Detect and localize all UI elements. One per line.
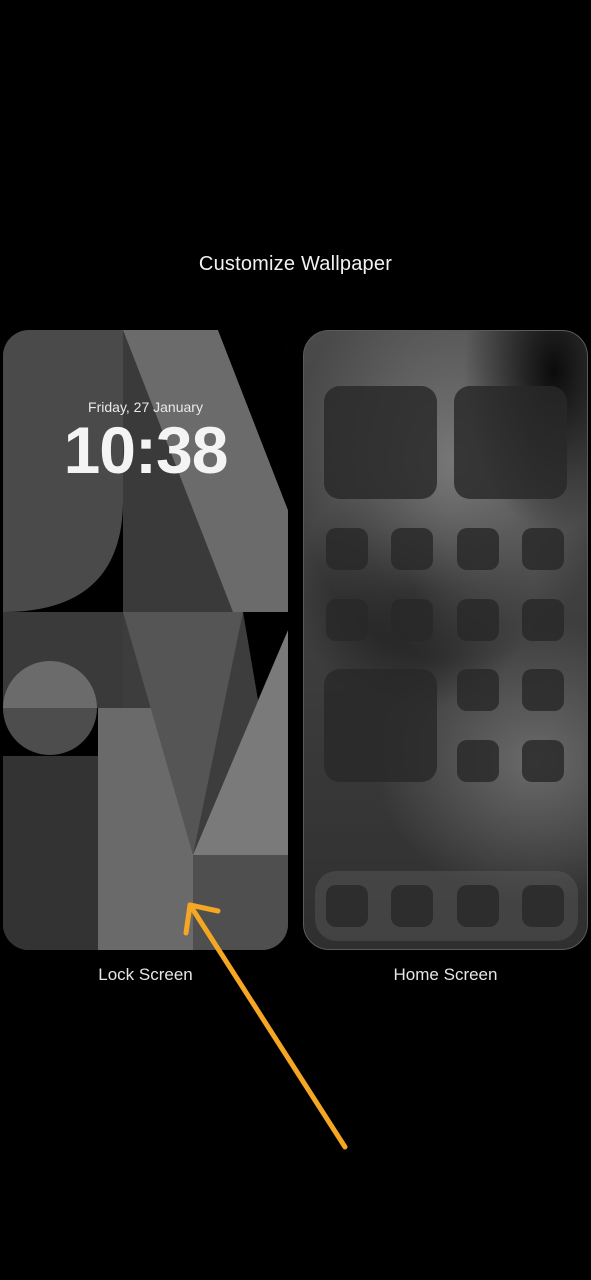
annotation-arrow-icon xyxy=(183,902,348,1150)
annotation-arrow-stroke xyxy=(183,902,348,1150)
